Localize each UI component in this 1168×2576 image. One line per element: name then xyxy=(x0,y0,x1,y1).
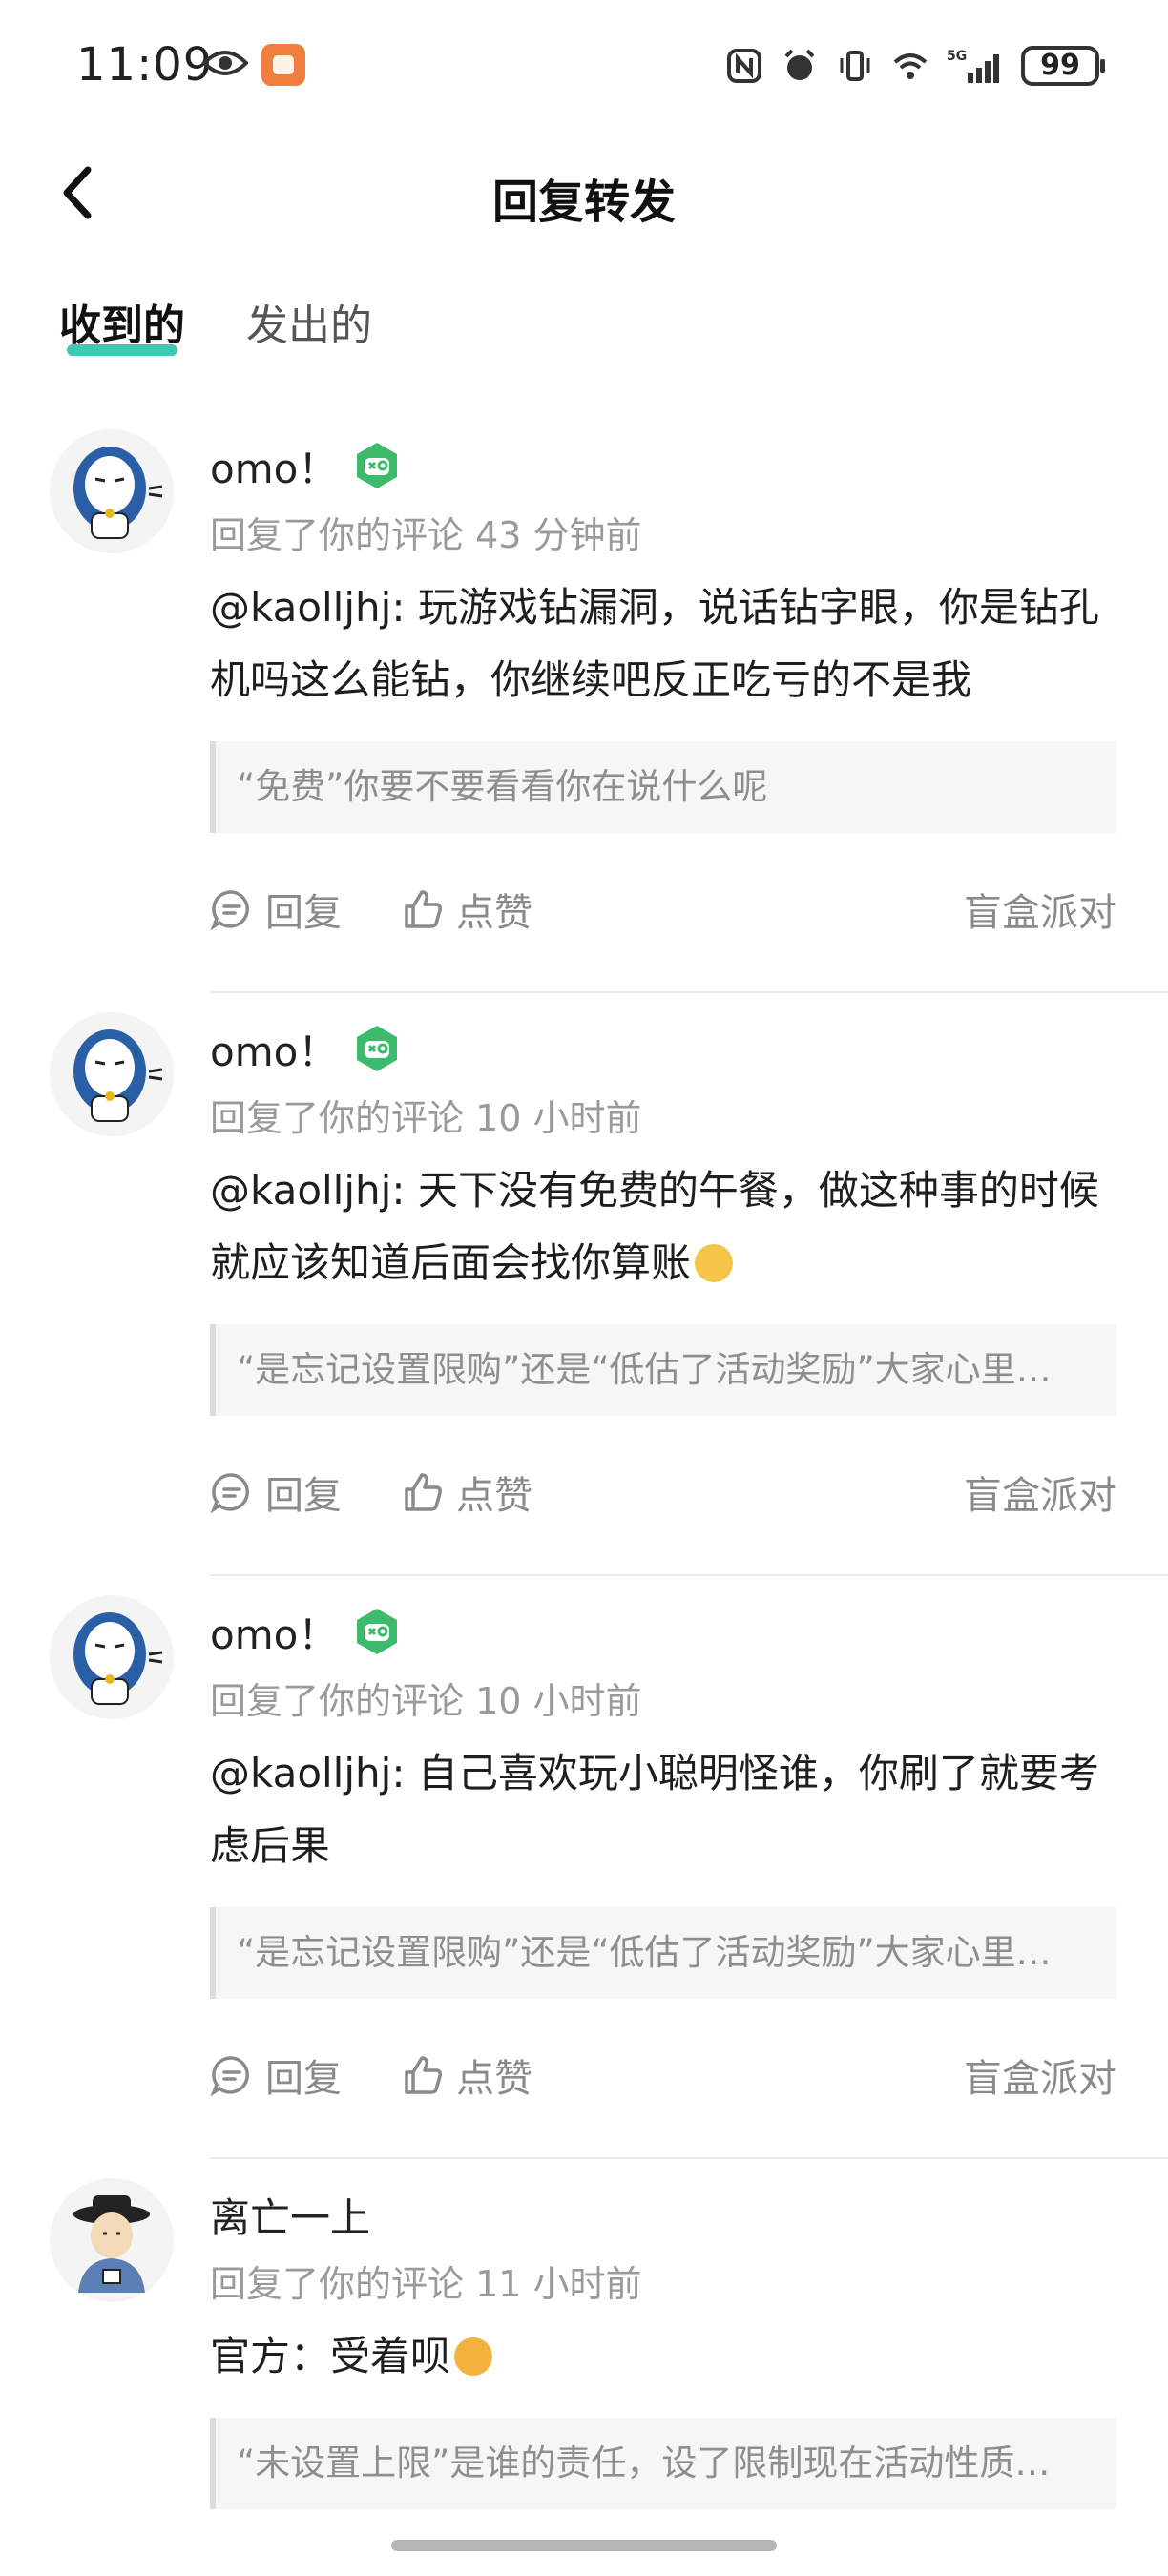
like-button[interactable]: 点赞 xyxy=(401,882,532,937)
nfc-icon xyxy=(727,49,761,83)
thumbs-up-icon xyxy=(405,890,442,928)
item-actions: 回复 点赞 盲盒派对 xyxy=(210,2046,1116,2104)
reply-meta: 回复了你的评论 43 分钟前 xyxy=(210,514,642,556)
source-label[interactable]: 盲盒派对 xyxy=(964,1465,1116,1520)
list-item[interactable]: 离亡一上 回复了你的评论 11 小时前 官方：受着呗 “未设置上限”是谁的责任，… xyxy=(0,2159,1168,2509)
comment-icon xyxy=(210,890,249,931)
vibrate-icon xyxy=(840,51,870,81)
tab-received[interactable]: 收到的 xyxy=(59,291,185,356)
reply-label: 回复 xyxy=(265,2057,342,2101)
network-label: 5G xyxy=(947,49,967,64)
status-bar: 11:09 5G 99 xyxy=(0,0,1168,134)
avatar[interactable] xyxy=(50,1595,174,1719)
comment-icon xyxy=(210,1473,249,1514)
reply-text[interactable]: @kaolljhj: 自己喜欢玩小聪明怪谁，你刷了就要考虑后果 xyxy=(210,1737,1116,1882)
reply-text[interactable]: @kaolljhj: 天下没有免费的午餐，做这种事的时候就应该知道后面会找你算账 xyxy=(210,1154,1116,1299)
comment-icon xyxy=(210,2056,249,2097)
tab-bar: 收到的 发出的 xyxy=(59,291,372,356)
reply-text-content: 官方：受着呗 xyxy=(210,2333,451,2379)
wifi-icon xyxy=(893,53,928,79)
alarm-icon xyxy=(784,49,815,80)
avatar[interactable] xyxy=(50,2178,174,2302)
quoted-comment[interactable]: “免费”你要不要看看你在说什么呢 xyxy=(210,741,1116,833)
user-name[interactable]: 离亡一上 xyxy=(210,2186,370,2244)
quoted-comment[interactable]: “未设置上限”是谁的责任，设了限制现在活动性质… xyxy=(210,2418,1116,2509)
app-header: 回复转发 xyxy=(0,134,1168,248)
page-title: 回复转发 xyxy=(491,176,676,229)
reply-text[interactable]: 官方：受着呗 xyxy=(210,2320,1116,2393)
list-item[interactable]: omo！ 回复了你的评论 10 小时前 @kaolljhj: 天下没有免费的午餐… xyxy=(0,993,1168,1576)
game-badge-icon xyxy=(357,1609,398,1654)
avatar[interactable] xyxy=(50,1012,174,1136)
5g-signal-icon: 5G xyxy=(947,49,999,83)
reply-button[interactable]: 回复 xyxy=(210,1465,342,1520)
thumbs-up-icon xyxy=(405,1473,442,1511)
status-icons: 5G 99 xyxy=(725,42,1105,90)
tab-sent[interactable]: 发出的 xyxy=(246,291,372,352)
reply-meta: 回复了你的评论 10 小时前 xyxy=(210,1680,642,1722)
reply-meta: 回复了你的评论 11 小时前 xyxy=(210,2263,642,2305)
like-label: 点赞 xyxy=(456,1474,532,1518)
reply-button[interactable]: 回复 xyxy=(210,2047,342,2103)
like-button[interactable]: 点赞 xyxy=(401,1465,532,1520)
source-label[interactable]: 盲盒派对 xyxy=(964,882,1116,937)
user-name[interactable]: omo！ xyxy=(210,1603,338,1661)
reply-text[interactable]: @kaolljhj: 玩游戏钻漏洞，说话钻字眼，你是钻孔机吗这么能钻，你继续吧反… xyxy=(210,571,1116,717)
like-button[interactable]: 点赞 xyxy=(401,2047,532,2103)
item-actions: 回复 点赞 盲盒派对 xyxy=(210,1464,1116,1521)
battery-icon: 99 xyxy=(1021,46,1105,86)
eye-icon xyxy=(202,51,248,75)
like-label: 点赞 xyxy=(456,891,532,935)
reply-button[interactable]: 回复 xyxy=(210,882,342,937)
thinking-emoji-icon xyxy=(695,1244,734,1282)
user-name[interactable]: omo！ xyxy=(210,437,338,495)
avatar[interactable] xyxy=(50,429,174,553)
list-item[interactable]: omo！ 回复了你的评论 43 分钟前 @kaolljhj: 玩游戏钻漏洞，说话… xyxy=(0,410,1168,993)
app-notification-icon xyxy=(261,44,305,86)
thumbs-up-icon xyxy=(405,2056,442,2094)
home-indicator[interactable] xyxy=(391,2540,777,2551)
reply-list: omo！ 回复了你的评论 43 分钟前 @kaolljhj: 玩游戏钻漏洞，说话… xyxy=(0,410,1168,2509)
source-label[interactable]: 盲盒派对 xyxy=(964,2047,1116,2103)
status-time: 11:09 xyxy=(76,38,214,92)
quoted-comment[interactable]: “是忘记设置限购”还是“低估了活动奖励”大家心里… xyxy=(210,1907,1116,1999)
laughing-emoji-icon xyxy=(454,2337,493,2376)
game-badge-icon xyxy=(357,1026,398,1071)
user-name[interactable]: omo！ xyxy=(210,1020,338,1078)
reply-text-content: @kaolljhj: 天下没有免费的午餐，做这种事的时候就应该知道后面会找你算账 xyxy=(210,1167,1099,1286)
reply-meta: 回复了你的评论 10 小时前 xyxy=(210,1097,642,1139)
item-actions: 回复 点赞 盲盒派对 xyxy=(210,881,1116,938)
reply-label: 回复 xyxy=(265,1474,342,1518)
game-badge-icon xyxy=(357,443,398,488)
reply-label: 回复 xyxy=(265,891,342,935)
list-item[interactable]: omo！ 回复了你的评论 10 小时前 @kaolljhj: 自己喜欢玩小聪明怪… xyxy=(0,1576,1168,2159)
like-label: 点赞 xyxy=(456,2057,532,2101)
quoted-comment[interactable]: “是忘记设置限购”还是“低估了活动奖励”大家心里… xyxy=(210,1324,1116,1416)
